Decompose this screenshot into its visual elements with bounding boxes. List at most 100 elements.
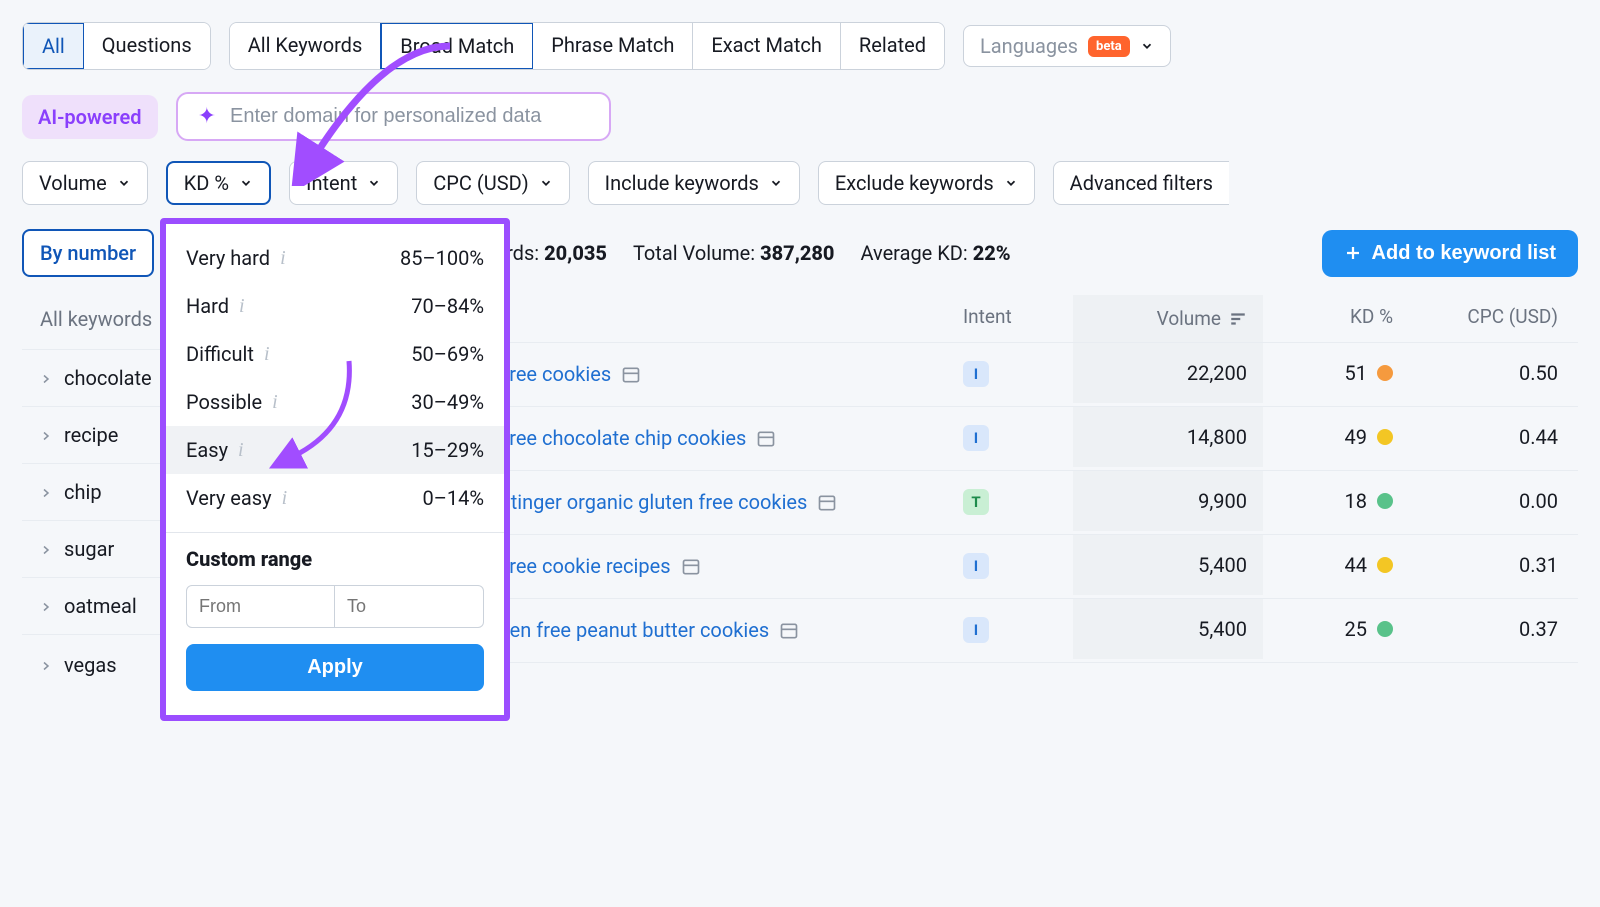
- cpc-cell: 0.44: [1413, 425, 1578, 449]
- languages-dropdown[interactable]: Languages beta: [963, 25, 1171, 67]
- kd-option-label: Easy: [186, 438, 228, 462]
- chevron-right-icon: [40, 537, 52, 561]
- custom-range-to[interactable]: [335, 585, 484, 628]
- kd-option-label: Very hard: [186, 246, 270, 270]
- tab-related[interactable]: Related: [841, 23, 944, 69]
- intent-badge: I: [963, 553, 989, 579]
- kd-cell: 44: [1263, 553, 1413, 577]
- stat-keywords: rds: 20,035: [506, 241, 607, 265]
- filter-include-label: Include keywords: [605, 171, 759, 195]
- kd-dot-icon: [1377, 365, 1393, 381]
- volume-cell: 14,800: [1073, 407, 1263, 467]
- intent-badge: I: [963, 425, 989, 451]
- kd-option-label: Possible: [186, 390, 262, 414]
- th-cpc[interactable]: CPC (USD): [1413, 305, 1578, 328]
- serp-icon[interactable]: [756, 429, 776, 449]
- by-number-toggle[interactable]: By number: [22, 229, 154, 277]
- serp-icon[interactable]: [621, 365, 641, 385]
- filter-intent-label: Intent: [306, 171, 357, 195]
- filter-advanced[interactable]: Advanced filters: [1053, 161, 1229, 205]
- kd-dot-icon: [1377, 621, 1393, 637]
- chevron-down-icon: [539, 176, 553, 190]
- kd-cell: 25: [1263, 617, 1413, 641]
- kd-option-label: Very easy: [186, 486, 272, 510]
- add-to-keyword-list-button[interactable]: Add to keyword list: [1322, 230, 1578, 277]
- stat-kd: Average KD: 22%: [860, 241, 1010, 265]
- tab-phrase-match[interactable]: Phrase Match: [533, 23, 693, 69]
- info-icon: i: [238, 439, 244, 462]
- group-name: sugar: [64, 537, 114, 561]
- add-button-label: Add to keyword list: [1372, 242, 1556, 265]
- th-volume-label: Volume: [1157, 307, 1221, 330]
- tab-questions[interactable]: Questions: [84, 23, 210, 69]
- keyword-link[interactable]: gluten free peanut butter cookies: [476, 617, 769, 644]
- chevron-down-icon: [1140, 39, 1154, 53]
- volume-cell: 5,400: [1073, 535, 1263, 595]
- th-kd[interactable]: KD %: [1263, 305, 1413, 328]
- group-name: vegas: [64, 653, 117, 677]
- filter-volume[interactable]: Volume: [22, 161, 148, 205]
- chevron-right-icon: [40, 480, 52, 504]
- table-row: gluten free cookie recipes I 5,400 44 0.…: [382, 535, 1578, 599]
- volume-cell: 9,900: [1073, 471, 1263, 531]
- cpc-cell: 0.31: [1413, 553, 1578, 577]
- kd-option[interactable]: Hard i70–84%: [166, 282, 504, 330]
- kd-cell: 51: [1263, 361, 1413, 385]
- kd-option-range: 15–29%: [411, 438, 484, 462]
- kd-dot-icon: [1377, 493, 1393, 509]
- chevron-down-icon: [239, 176, 253, 190]
- filter-volume-label: Volume: [39, 171, 107, 195]
- kd-option[interactable]: Difficult i50–69%: [166, 330, 504, 378]
- chevron-down-icon: [769, 176, 783, 190]
- filter-cpc-label: CPC (USD): [433, 171, 528, 195]
- filter-include[interactable]: Include keywords: [588, 161, 800, 205]
- intent-badge: I: [963, 617, 989, 643]
- table-row: ✓ gluten free peanut butter cookies I 5,…: [382, 599, 1578, 663]
- serp-icon[interactable]: [779, 621, 799, 641]
- th-volume[interactable]: Volume: [1073, 295, 1263, 342]
- filter-kd-label: KD %: [184, 171, 229, 195]
- kd-option-range: 0–14%: [423, 486, 485, 510]
- domain-input[interactable]: [230, 105, 589, 128]
- group-name: recipe: [64, 423, 118, 447]
- sparkle-icon: ✦: [198, 104, 216, 129]
- tab-all[interactable]: All: [22, 22, 85, 70]
- cpc-cell: 0.00: [1413, 489, 1578, 513]
- kd-option[interactable]: Very easy i 0–14%: [166, 474, 504, 522]
- kd-option-range: 30–49%: [411, 390, 484, 414]
- info-icon: i: [282, 487, 288, 510]
- keywords-table: word Intent Volume KD % CPC (USD) gluten…: [382, 295, 1578, 694]
- kd-option[interactable]: Very hard i85–100%: [166, 234, 504, 282]
- serp-icon[interactable]: [681, 557, 701, 577]
- domain-input-wrapper[interactable]: ✦: [176, 92, 611, 141]
- tab-all-keywords[interactable]: All Keywords: [230, 23, 382, 69]
- kd-dot-icon: [1377, 429, 1393, 445]
- volume-cell: 22,200: [1073, 343, 1263, 403]
- kd-option[interactable]: Easy i 15–29%: [166, 426, 504, 474]
- filter-advanced-label: Advanced filters: [1070, 171, 1213, 195]
- filter-kd[interactable]: KD %: [166, 161, 271, 205]
- intent-badge: I: [963, 361, 989, 387]
- custom-range-from[interactable]: [186, 585, 335, 628]
- filter-exclude[interactable]: Exclude keywords: [818, 161, 1035, 205]
- filter-intent[interactable]: Intent: [289, 161, 398, 205]
- tabs-primary: All Questions: [22, 22, 211, 70]
- group-name: chip: [64, 480, 102, 504]
- languages-label: Languages: [980, 34, 1078, 58]
- filter-cpc[interactable]: CPC (USD): [416, 161, 569, 205]
- kd-cell: 49: [1263, 425, 1413, 449]
- cpc-cell: 0.50: [1413, 361, 1578, 385]
- chevron-right-icon: [40, 366, 52, 390]
- kd-cell: 18: [1263, 489, 1413, 513]
- kd-option[interactable]: Possible i30–49%: [166, 378, 504, 426]
- tab-exact-match[interactable]: Exact Match: [693, 23, 841, 69]
- serp-icon[interactable]: [817, 493, 837, 513]
- stat-volume: Total Volume: 387,280: [633, 241, 835, 265]
- tab-broad-match[interactable]: Broad Match: [380, 22, 534, 70]
- ai-powered-badge: AI-powered: [22, 95, 158, 139]
- th-keyword: word: [442, 305, 963, 328]
- chevron-right-icon: [40, 594, 52, 618]
- sort-desc-icon: [1229, 312, 1247, 326]
- kd-filter-dropdown: Very hard i85–100%Hard i70–84%Difficult …: [160, 218, 510, 721]
- apply-button[interactable]: Apply: [186, 644, 484, 691]
